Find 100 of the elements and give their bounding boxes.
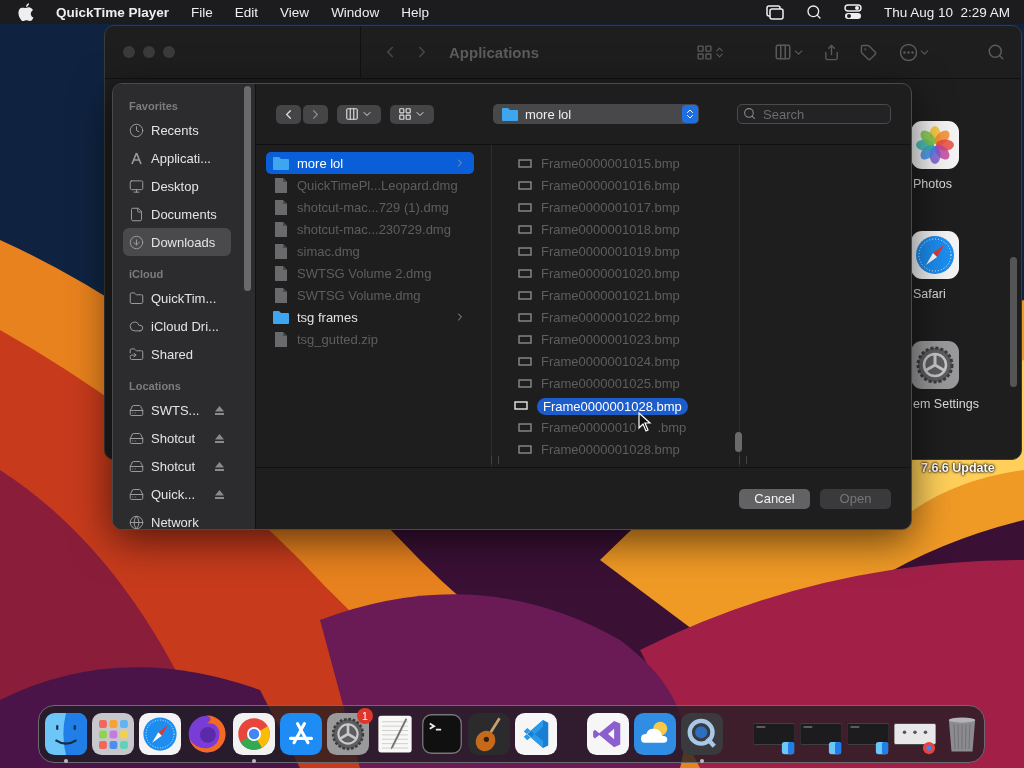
- menu-item[interactable]: View: [280, 4, 310, 20]
- sidebar-item[interactable]: iCloud Dri...: [123, 312, 231, 340]
- scrollbar-thumb[interactable]: [244, 86, 251, 291]
- frame-icon: [518, 180, 532, 190]
- group-button[interactable]: [390, 104, 434, 124]
- up-down-icon: [684, 108, 696, 120]
- sidebar-heading: iCloud: [128, 267, 165, 282]
- sidebar-item[interactable]: Network: [123, 508, 231, 529]
- folder-icon: [272, 309, 290, 325]
- sidebar-item[interactable]: Shotcut: [123, 452, 231, 480]
- path-popup[interactable]: more lol: [493, 104, 699, 124]
- frame-icon: [518, 268, 532, 278]
- search-icon: [805, 4, 822, 20]
- drive-icon: [129, 458, 144, 474]
- tag-icon: [860, 43, 877, 61]
- clock-icon: [129, 122, 144, 138]
- folder-icon: [272, 155, 290, 171]
- download-icon: [129, 234, 144, 250]
- file-icon: [274, 330, 288, 348]
- shared-folder-icon: [129, 346, 144, 362]
- frame-icon: [518, 312, 532, 322]
- forward-button[interactable]: [303, 104, 328, 124]
- menu-item[interactable]: Help: [401, 4, 429, 20]
- cancel-button[interactable]: Cancel: [739, 488, 810, 509]
- drive-icon: [129, 486, 144, 502]
- sidebar-item[interactable]: Recents: [123, 116, 231, 144]
- app-label: em Settings: [912, 397, 979, 411]
- sidebar-item[interactable]: Documents: [123, 200, 231, 228]
- frame-icon: [518, 202, 532, 212]
- folder-icon: [129, 290, 144, 306]
- file-row[interactable]: tsg frames: [266, 306, 474, 328]
- frame-icon: [514, 400, 528, 410]
- app-name[interactable]: QuickTime Player: [56, 4, 170, 20]
- flower-icon: [911, 121, 959, 169]
- grid-icon: [398, 107, 412, 121]
- window-title: Applications: [449, 43, 539, 61]
- apple-icon: [18, 3, 34, 21]
- screen-mirroring-icon: [765, 4, 784, 20]
- sidebar-item[interactable]: Shared: [123, 340, 231, 368]
- file-icon: [274, 198, 288, 216]
- frame-icon: [518, 422, 532, 432]
- sidebar-item[interactable]: Applicati...: [123, 144, 231, 172]
- frame-icon: [518, 158, 532, 168]
- frame-icon: [518, 290, 532, 300]
- search-icon: [987, 43, 1005, 61]
- group-icon: [774, 43, 792, 61]
- cursor-icon: [638, 412, 652, 432]
- frame-icon: [518, 356, 532, 366]
- cloud-icon: [129, 318, 144, 334]
- control-center-icon: [843, 4, 862, 20]
- file-icon: [274, 264, 288, 282]
- chrome-icon: [233, 713, 275, 755]
- monitor-icon: [129, 178, 144, 194]
- file-icon: [274, 242, 288, 260]
- sidebar-item[interactable]: Downloads: [123, 228, 231, 256]
- menu-item[interactable]: Window: [331, 4, 380, 20]
- file-icon: [274, 176, 288, 194]
- file-icon: [274, 286, 288, 304]
- menu-item[interactable]: Edit: [234, 4, 259, 20]
- scrollbar-thumb[interactable]: [735, 432, 742, 452]
- drive-icon: [129, 430, 144, 446]
- view-button[interactable]: [337, 104, 381, 124]
- sidebar-item[interactable]: Shotcut: [123, 424, 231, 452]
- app-label: Photos: [912, 177, 952, 191]
- a-shape-icon: [129, 150, 144, 166]
- sidebar-heading: Favorites: [128, 99, 179, 114]
- menu-item[interactable]: File: [191, 4, 213, 20]
- smiling-window-icon: [45, 713, 87, 755]
- frame-icon: [518, 334, 532, 344]
- document-icon: [129, 206, 144, 222]
- up-down-icon: [713, 45, 726, 59]
- sidebar-item[interactable]: SWTS...: [123, 396, 231, 424]
- grid-view-icon: [696, 43, 713, 61]
- share-icon: [823, 43, 840, 61]
- search-icon: [743, 107, 756, 120]
- more-icon: [899, 42, 918, 62]
- file-row[interactable]: more lol: [266, 152, 474, 174]
- sidebar-item[interactable]: QuickTim...: [123, 284, 231, 312]
- frame-icon: [518, 224, 532, 234]
- compass-icon: [911, 231, 959, 279]
- sidebar-heading: Locations: [128, 379, 182, 394]
- sidebar-item[interactable]: Quick...: [123, 480, 231, 508]
- app-label: Safari: [912, 287, 946, 301]
- frame-icon: [518, 444, 532, 454]
- scrollbar-thumb[interactable]: [1010, 257, 1017, 387]
- globe-icon: [129, 514, 144, 529]
- dragged-file[interactable]: Frame0000001028.bmp: [537, 397, 688, 415]
- file-icon: [274, 220, 288, 238]
- drive-icon: [129, 402, 144, 418]
- search-field[interactable]: Search: [737, 104, 891, 124]
- back-button[interactable]: [276, 104, 301, 124]
- sidebar-item[interactable]: Desktop: [123, 172, 231, 200]
- gear-icon: [911, 341, 959, 389]
- desktop-icon-label: 7.6.6 Update: [921, 461, 995, 475]
- frame-icon: [518, 246, 532, 256]
- frame-icon: [518, 378, 532, 388]
- columns-icon: [345, 107, 359, 121]
- folder-icon: [501, 106, 519, 122]
- notification-badge: 1: [357, 708, 373, 724]
- clock[interactable]: Thu Aug 10 2:29 AM: [883, 4, 1010, 20]
